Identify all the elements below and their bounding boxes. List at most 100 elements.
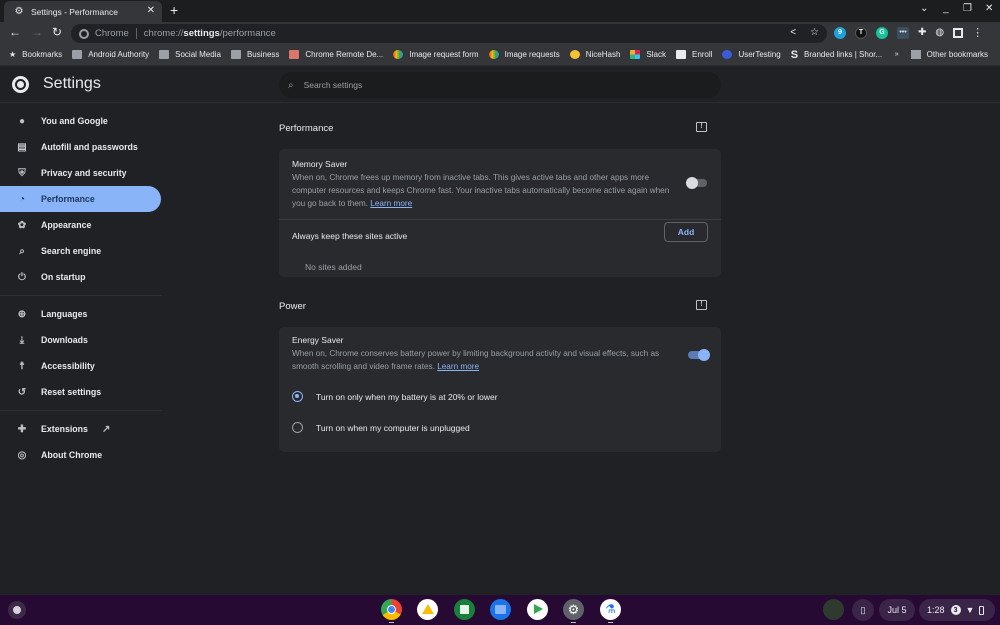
side-panel-icon[interactable] [953,27,964,38]
sidebar-item-you-and-google[interactable]: ● You and Google [0,108,170,134]
back-button[interactable]: ← [9,25,21,39]
sidebar-item-search-engine[interactable]: ⌕ Search engine [0,238,170,264]
bookmark-folder[interactable]: Social Media [159,50,221,59]
search-settings-input[interactable]: ⌕ Search settings [279,72,721,98]
files-app-icon[interactable] [490,599,511,620]
status-tray[interactable]: 1:28 3 ▼ [919,599,995,621]
other-bookmarks[interactable]: Other bookmarks [927,50,988,59]
sidebar-item-appearance[interactable]: ✿ Appearance [0,212,170,238]
history-icon: ↺ [17,386,27,398]
bookmark-folder[interactable]: Android Authority [72,50,149,59]
palette-icon: ✿ [17,219,27,231]
url-host: settings [183,28,220,39]
nicehash-icon [569,50,580,59]
search-placeholder: Search settings [303,80,363,90]
bookmark-item[interactable]: Chrome Remote De... [289,50,383,59]
forward-button[interactable]: → [31,25,43,39]
performance-leaf-icon[interactable]: ◍ [935,27,944,38]
energy-saver-learn-more-link[interactable]: Learn more [437,362,479,371]
date-tray[interactable]: Jul 5 [879,599,915,621]
speedometer-icon: ◔ [18,193,26,205]
globe-icon: ⊕ [17,308,27,320]
share-icon[interactable]: < [790,27,796,38]
bookmark-item[interactable]: NiceHash [569,50,620,59]
settings-main: Performance ! Memory Saver When on, Chro… [279,103,721,452]
close-tab-icon[interactable]: ✕ [147,5,155,16]
settings-sidebar: ● You and Google ▤ Autofill and passwords … [0,103,170,468]
chrome-site-icon [79,28,89,39]
google-drive-icon[interactable] [417,599,438,620]
sidebar-item-reset[interactable]: ↺ Reset settings [0,379,170,405]
form-icon [393,50,404,59]
bookmark-item[interactable]: Image requests [488,50,560,59]
launcher-button[interactable] [8,601,26,619]
memory-saver-description: When on, Chrome frees up memory from ina… [292,173,670,208]
chrome-app-icon[interactable] [381,599,402,623]
puzzle-icon: ✚ [17,423,27,435]
extension-dots-icon[interactable]: ••• [897,26,909,39]
restore-button[interactable]: ❐ [963,3,972,14]
extension-9-icon[interactable]: 9 [834,26,846,39]
status-circle-icon[interactable] [823,599,844,620]
sidebar-item-autofill[interactable]: ▤ Autofill and passwords [0,134,170,160]
tab-search-chevron-icon[interactable]: ⌄ [920,3,928,14]
chrome-logo-icon [12,76,29,93]
extension-t-icon[interactable]: T [855,26,867,39]
bookmark-star-icon[interactable]: ☆ [810,27,819,38]
bookmark-item[interactable]: Image request form [393,50,479,59]
add-site-button[interactable]: Add [664,222,708,242]
tab-settings-performance[interactable]: ⚙ Settings - Performance ✕ [4,1,162,22]
sidebar-item-accessibility[interactable]: ☨ Accessibility [0,353,170,379]
address-bar[interactable]: Chrome chrome://settings/performance < ☆ [71,24,827,43]
settings-app-icon[interactable]: ⚙ [563,599,584,623]
radio-unselected[interactable] [292,422,303,433]
radio-selected[interactable] [292,391,303,402]
menu-kebab-icon[interactable]: ⋮ [972,26,983,39]
divider [0,295,162,296]
bookmark-item[interactable]: ★ Bookmarks [9,50,62,59]
battery-icon [979,605,985,615]
phone-hub-icon[interactable]: ▯ [852,599,874,621]
folder-icon [159,50,170,59]
sidebar-item-on-startup[interactable]: ⏻ On startup [0,264,170,290]
puzzle-extensions-icon[interactable]: ✚ [918,27,926,38]
sidebar-item-languages[interactable]: ⊕ Languages [0,301,170,327]
radio-battery-20[interactable]: Turn on only when my battery is at 20% o… [279,381,721,412]
reload-button[interactable]: ↻ [52,25,62,39]
new-tab-button[interactable]: + [170,2,178,18]
site-label: Chrome [95,28,129,39]
bookmark-folder[interactable]: Business [230,50,279,59]
page-title: Settings [43,75,101,92]
more-bookmarks-chevron-icon[interactable]: » [895,51,899,58]
memory-saver-learn-more-link[interactable]: Learn more [370,199,412,208]
bookmark-item[interactable]: UserTesting [722,50,781,59]
radio-unplugged[interactable]: Turn on when my computer is unplugged [279,412,721,443]
form-icon [488,50,499,59]
close-window-button[interactable]: ✕ [985,3,993,14]
lab-app-icon[interactable]: ⚗ [600,599,621,623]
bookmark-item[interactable]: Slack [630,50,666,59]
grammarly-icon[interactable]: G [876,26,888,39]
sidebar-item-about-chrome[interactable]: ◎ About Chrome [0,442,170,468]
minimize-button[interactable]: _ [943,3,949,14]
short-link-icon: S [790,48,799,61]
play-store-icon[interactable] [527,599,548,620]
feedback-icon[interactable]: ! [696,300,707,310]
no-sites-text: No sites added [305,262,362,272]
wifi-icon: ▼ [965,605,975,615]
energy-saver-toggle[interactable] [688,349,710,361]
bookmark-item[interactable]: Enroll [675,50,712,59]
divider [279,219,721,220]
sidebar-item-performance[interactable]: ◔ Performance [0,186,161,212]
sheets-app-icon[interactable] [454,599,475,620]
sidebar-item-privacy[interactable]: ⛨ Privacy and security [0,160,170,186]
sidebar-item-extensions[interactable]: ✚ Extensions ↗ [0,416,170,442]
memory-saver-toggle[interactable] [686,177,707,189]
search-icon: ⌕ [288,79,294,91]
feedback-icon[interactable]: ! [696,122,707,132]
bookmark-item[interactable]: S Branded links | Shor... [791,49,882,61]
chrome-icon: ◎ [17,449,27,461]
accessibility-icon: ☨ [19,360,25,372]
sidebar-item-downloads[interactable]: ⤓ Downloads [0,327,170,353]
folder-icon [72,50,83,59]
